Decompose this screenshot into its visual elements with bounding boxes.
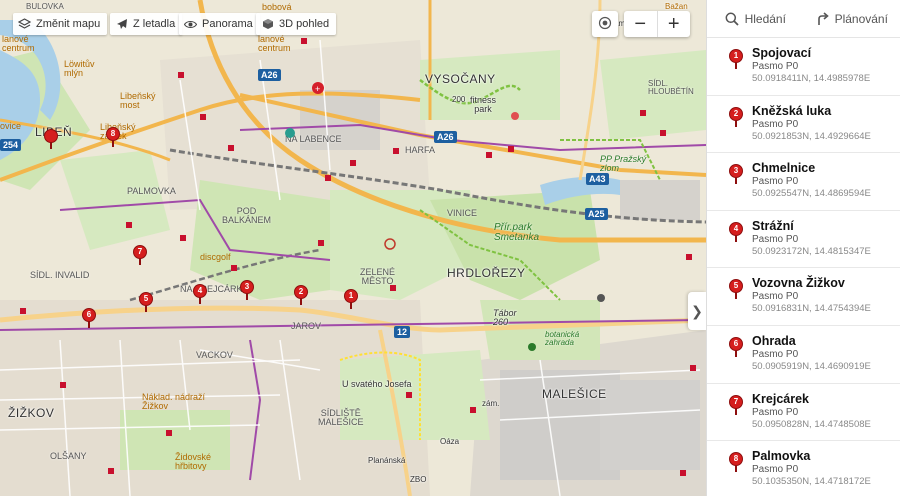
change-map-label: Změnit mapu bbox=[36, 18, 101, 30]
result-coords: 50.0925547N, 14.4869594E bbox=[752, 188, 871, 200]
poi-markers-layer: + bbox=[20, 38, 696, 476]
tab-planning-label: Plánování bbox=[834, 11, 888, 26]
search-icon bbox=[725, 12, 739, 26]
result-zone: Pasmo P0 bbox=[752, 406, 799, 418]
aerial-label: Z letadla bbox=[133, 18, 176, 30]
pin-icon: 5 bbox=[729, 279, 743, 300]
tab-planning[interactable]: Plánování bbox=[804, 0, 900, 37]
list-item[interactable]: 7 Krejcárek Pasmo P0 50.0950828N, 14.474… bbox=[707, 384, 900, 442]
zoom-in-button[interactable]: + bbox=[658, 11, 691, 37]
result-coords: 50.0921853N, 14.4929664E bbox=[752, 130, 871, 142]
collapse-sidebar-button[interactable]: ❯ bbox=[688, 292, 706, 330]
list-item[interactable]: 1 Spojovací Pasmo P0 50.0918411N, 14.498… bbox=[707, 38, 900, 96]
result-coords: 50.0916831N, 14.4754394E bbox=[752, 303, 871, 315]
result-zone: Pasmo P0 bbox=[752, 291, 799, 303]
result-name: Spojovací bbox=[752, 46, 812, 60]
airplane-icon bbox=[115, 18, 128, 31]
locate-icon bbox=[598, 16, 612, 33]
svg-text:+: + bbox=[315, 84, 320, 94]
aerial-button[interactable]: Z letadla bbox=[110, 13, 183, 35]
panorama-label: Panorama bbox=[202, 18, 253, 30]
result-coords: 50.0905919N, 14.4690919E bbox=[752, 360, 871, 372]
zoom-controls: − + bbox=[624, 11, 690, 37]
result-name: Strážní bbox=[752, 218, 794, 233]
result-zone: Pasmo P0 bbox=[752, 348, 799, 360]
map-pin-8[interactable]: 8 bbox=[106, 127, 120, 147]
result-name: Palmovka bbox=[752, 449, 811, 464]
map-canvas[interactable]: VYSOČANY LIBEŇ HRDLOŘEZY ŽIŽKOV MALEŠICE… bbox=[0, 0, 706, 496]
panorama-button[interactable]: Panorama bbox=[179, 13, 260, 35]
map-pin-5[interactable]: 5 bbox=[139, 292, 153, 312]
map-pin-unlabeled[interactable] bbox=[44, 129, 58, 149]
result-coords: 50.0950828N, 14.4748508E bbox=[752, 418, 871, 430]
result-name: Vozovna Žižkov bbox=[752, 276, 845, 291]
eye-icon bbox=[184, 18, 197, 31]
result-coords: 50.0918411N, 14.4985978E bbox=[752, 73, 871, 84]
sidebar-tabs: Hledání Plánování bbox=[707, 0, 900, 38]
result-name: Chmelnice bbox=[752, 161, 816, 176]
3d-view-label: 3D pohled bbox=[279, 18, 330, 30]
map-pin-2[interactable]: 2 bbox=[294, 285, 308, 305]
result-list: 1 Spojovací Pasmo P0 50.0918411N, 14.498… bbox=[707, 38, 900, 496]
sidebar: Hledání Plánování 1 Spojovací Pasmo P0 5… bbox=[706, 0, 900, 496]
pin-icon: 1 bbox=[729, 49, 743, 69]
map-pin-4[interactable]: 4 bbox=[193, 284, 207, 304]
result-zone: Pasmo P0 bbox=[752, 118, 799, 130]
pin-icon: 8 bbox=[729, 452, 743, 473]
list-item[interactable]: 2 Kněžská luka Pasmo P0 50.0921853N, 14.… bbox=[707, 96, 900, 154]
pin-icon: 3 bbox=[729, 164, 743, 185]
pin-icon: 2 bbox=[729, 106, 743, 127]
list-item[interactable]: 3 Chmelnice Pasmo P0 50.0925547N, 14.486… bbox=[707, 153, 900, 211]
list-item[interactable]: 4 Strážní Pasmo P0 50.0923172N, 14.48153… bbox=[707, 211, 900, 269]
tab-search-label: Hledání bbox=[744, 11, 786, 26]
cube-icon bbox=[261, 18, 274, 31]
layers-icon bbox=[18, 18, 31, 31]
pin-icon: 4 bbox=[729, 221, 743, 242]
map-pin-7[interactable]: 7 bbox=[133, 245, 147, 265]
change-map-button[interactable]: Změnit mapu bbox=[13, 13, 108, 35]
result-coords: 50.1035350N, 14.4718172E bbox=[752, 476, 871, 488]
tab-search[interactable]: Hledání bbox=[707, 0, 804, 37]
pin-icon: 6 bbox=[729, 336, 743, 357]
result-zone: Pasmo P0 bbox=[752, 233, 799, 245]
map-pin-6[interactable]: 6 bbox=[82, 308, 96, 328]
result-zone: Pasmo P0 bbox=[752, 464, 799, 476]
list-item[interactable]: 6 Ohrada Pasmo P0 50.0905919N, 14.469091… bbox=[707, 326, 900, 384]
result-coords: 50.0923172N, 14.4815347E bbox=[752, 245, 871, 257]
map-pin-3[interactable]: 3 bbox=[240, 280, 254, 300]
result-name: Ohrada bbox=[752, 333, 796, 348]
3d-view-button[interactable]: 3D pohled bbox=[256, 13, 337, 35]
zoom-out-button[interactable]: − bbox=[624, 11, 658, 37]
result-zone: Pasmo P0 bbox=[752, 176, 799, 188]
list-item[interactable]: 5 Vozovna Žižkov Pasmo P0 50.0916831N, 1… bbox=[707, 268, 900, 326]
locate-button[interactable] bbox=[592, 11, 618, 37]
route-icon bbox=[817, 11, 829, 25]
map-pin-1[interactable]: 1 bbox=[344, 289, 358, 309]
result-zone: Pasmo P0 bbox=[752, 61, 799, 72]
result-name: Kněžská luka bbox=[752, 103, 832, 118]
list-item[interactable]: 8 Palmovka Pasmo P0 50.1035350N, 14.4718… bbox=[707, 441, 900, 496]
pin-icon: 7 bbox=[729, 394, 743, 415]
result-name: Krejcárek bbox=[752, 391, 809, 406]
